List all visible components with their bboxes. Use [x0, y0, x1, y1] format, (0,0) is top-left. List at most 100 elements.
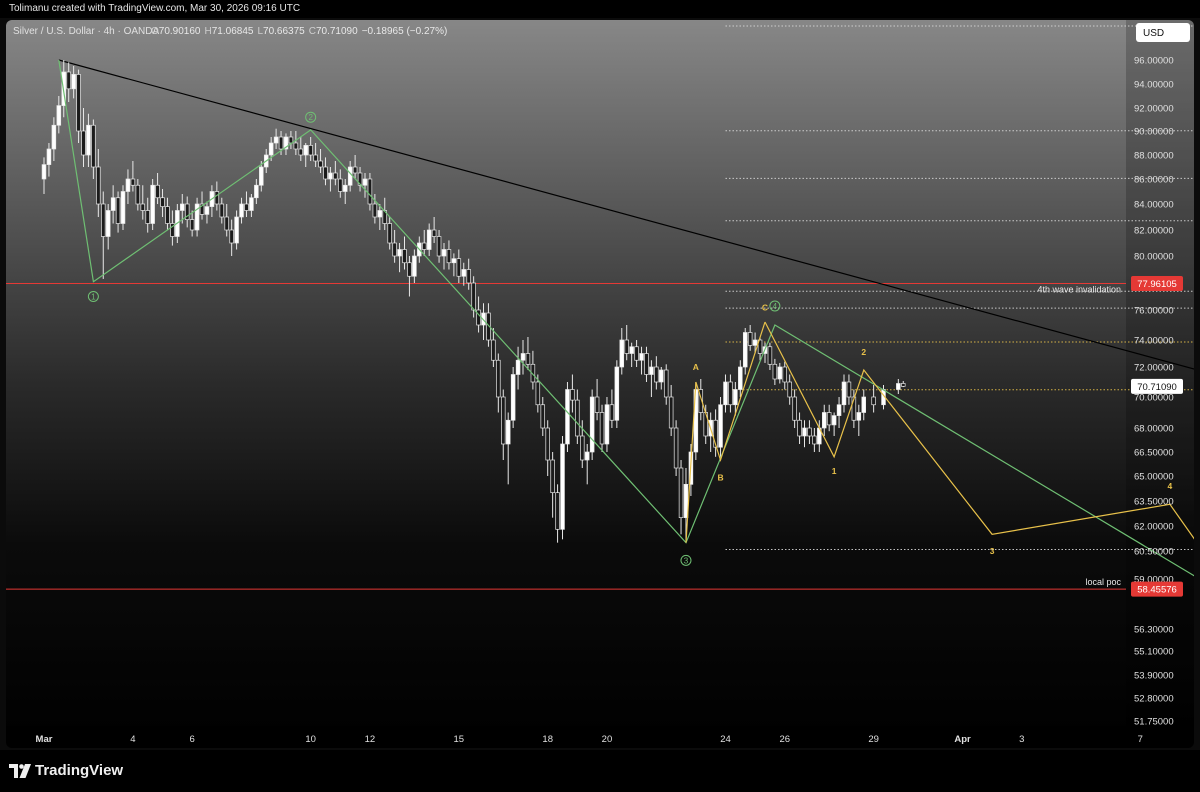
candle: [767, 342, 773, 370]
candle: [693, 382, 699, 460]
candle: [120, 185, 126, 230]
green-wave-label-text: 4: [773, 302, 778, 311]
candle-body-up: [802, 427, 807, 437]
candle-body-up: [836, 404, 842, 416]
candle-body-down: [333, 172, 338, 180]
candle: [802, 420, 807, 448]
attribution-bar: Tolimanu created with TradingView.com, M…: [0, 0, 1200, 18]
candle-body-up: [71, 74, 76, 90]
ohlc-change-value: −0.18965 (−0.27%): [362, 26, 448, 37]
candle-body-down: [456, 258, 462, 277]
candle: [421, 230, 427, 256]
candle: [402, 236, 407, 270]
price-tick-label: 76.00000: [1134, 306, 1174, 317]
candle-body-down: [787, 381, 792, 398]
candle: [575, 389, 580, 444]
candle-body-up: [614, 366, 620, 421]
candle-body-down: [634, 346, 639, 361]
candle: [234, 210, 239, 250]
candle: [659, 367, 664, 390]
candle: [609, 389, 615, 428]
candle-body-down: [392, 242, 397, 257]
candle-body-down: [130, 178, 136, 186]
candle: [135, 179, 141, 211]
candle-body-up: [268, 142, 274, 156]
candle: [140, 185, 146, 220]
candle: [738, 360, 743, 397]
horizontal-line-label: 4th wave invalidation: [1037, 285, 1121, 295]
candle-body-down: [599, 412, 605, 445]
tradingview-logo-text[interactable]: TradingView: [35, 762, 123, 779]
candle-body-up: [377, 210, 383, 218]
candle-body-up: [639, 353, 644, 361]
candle: [288, 131, 294, 149]
candle-body-up: [303, 145, 308, 156]
candle-body-up: [249, 197, 254, 211]
candle: [387, 217, 392, 250]
candle-body-up: [505, 419, 511, 445]
trendline[interactable]: [58, 59, 1194, 455]
green-wave-label: 2: [305, 111, 317, 123]
chart-panel[interactable]: 1.236 (98.83682)1 (90.02070)0.886 (86.04…: [6, 20, 1194, 748]
candle-body-down: [728, 381, 733, 406]
candle-body-down: [224, 216, 229, 231]
candle: [510, 367, 516, 428]
fib-retracement[interactable]: 1.236 (98.83682)1 (90.02070)0.886 (86.04…: [725, 21, 1194, 555]
candle: [530, 350, 536, 390]
time-tick-label: 3: [1019, 734, 1024, 745]
tradingview-logo-icon[interactable]: [9, 764, 33, 778]
time-tick-label: 15: [454, 734, 465, 745]
legend-symbol: Silver / U.S. Dollar · 4h · OANDA: [13, 26, 159, 37]
price-chart[interactable]: 1.236 (98.83682)1 (90.02070)0.886 (86.04…: [6, 20, 1194, 748]
candle-body-down: [782, 366, 787, 383]
yellow-impulse-wave-label: 4: [1168, 481, 1173, 491]
candle-body-up: [397, 249, 402, 257]
price-tick-label: 56.30000: [1134, 625, 1174, 636]
candle-body-up: [841, 381, 847, 406]
time-tick-label: 12: [365, 734, 376, 745]
candle-body-down: [846, 381, 852, 398]
candle: [357, 167, 363, 192]
candle-body-up: [347, 166, 353, 186]
candle: [599, 404, 605, 452]
candle-body-down: [96, 166, 101, 205]
price-tick-label: 60.50000: [1134, 547, 1174, 558]
candle: [431, 217, 437, 243]
candle: [594, 379, 600, 421]
candle-body-up: [584, 451, 590, 461]
currency-button-label[interactable]: USD: [1143, 28, 1164, 39]
candle-body-up: [777, 366, 783, 380]
candle: [362, 173, 368, 198]
price-tick-label: 94.00000: [1134, 80, 1174, 91]
candle-body-down: [165, 206, 170, 224]
candle: [441, 243, 447, 270]
time-tick-label: 10: [305, 734, 316, 745]
candle: [194, 197, 200, 237]
candle: [328, 167, 333, 192]
candle-body-up: [520, 353, 526, 361]
candle: [896, 379, 901, 394]
candle: [836, 397, 842, 428]
candle-body-up: [120, 191, 126, 224]
candle-body-up: [441, 249, 447, 257]
candle-body-down: [555, 492, 560, 530]
candle-body-up: [342, 184, 348, 192]
candle: [515, 346, 521, 390]
trendline-group[interactable]: [58, 59, 1194, 455]
candle: [338, 169, 343, 198]
green-wave-path[interactable]: [58, 59, 1194, 579]
yellow-abc-wave-label: A: [693, 362, 699, 372]
candle-body-up: [604, 404, 610, 445]
green-wave-label: 1: [87, 291, 99, 302]
candle: [718, 397, 723, 460]
candle-body-down: [313, 154, 318, 162]
candle-body-down: [135, 184, 141, 205]
candle-body-down: [496, 359, 501, 398]
candle: [426, 223, 432, 256]
price-tag: 70.71090: [1131, 378, 1183, 394]
currency-button[interactable]: USD: [1136, 23, 1190, 42]
candle: [105, 204, 111, 250]
candle: [209, 185, 215, 217]
candle: [397, 243, 402, 273]
candle: [352, 155, 358, 179]
